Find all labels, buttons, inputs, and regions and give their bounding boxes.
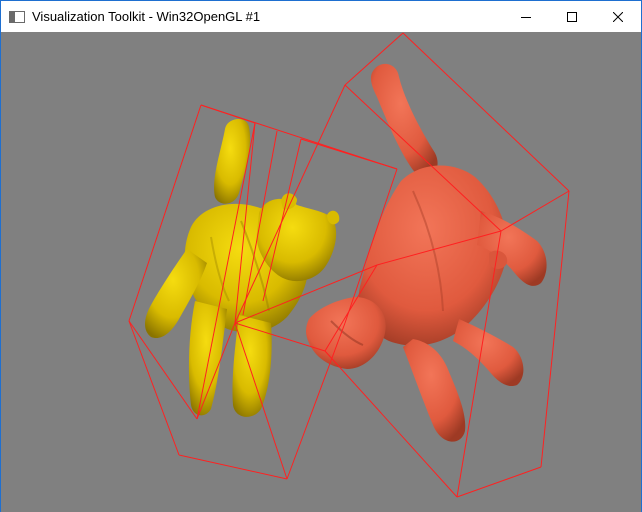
title-bar[interactable]: Visualization Toolkit - Win32OpenGL #1	[1, 1, 641, 32]
render-viewport[interactable]	[1, 32, 641, 512]
render-canvas[interactable]	[1, 32, 641, 512]
maximize-button[interactable]	[549, 1, 595, 32]
minimize-button[interactable]	[503, 1, 549, 32]
vtk-render-window: Visualization Toolkit - Win32OpenGL #1	[0, 0, 642, 512]
maximize-icon	[567, 11, 577, 22]
close-button[interactable]	[595, 1, 641, 32]
window-controls	[503, 1, 641, 32]
window-title: Visualization Toolkit - Win32OpenGL #1	[32, 9, 261, 24]
close-icon	[613, 11, 623, 22]
minimize-icon	[521, 16, 531, 18]
yellow-cow-model	[145, 118, 340, 417]
coral-cow-model	[306, 63, 547, 442]
app-icon	[9, 10, 25, 23]
